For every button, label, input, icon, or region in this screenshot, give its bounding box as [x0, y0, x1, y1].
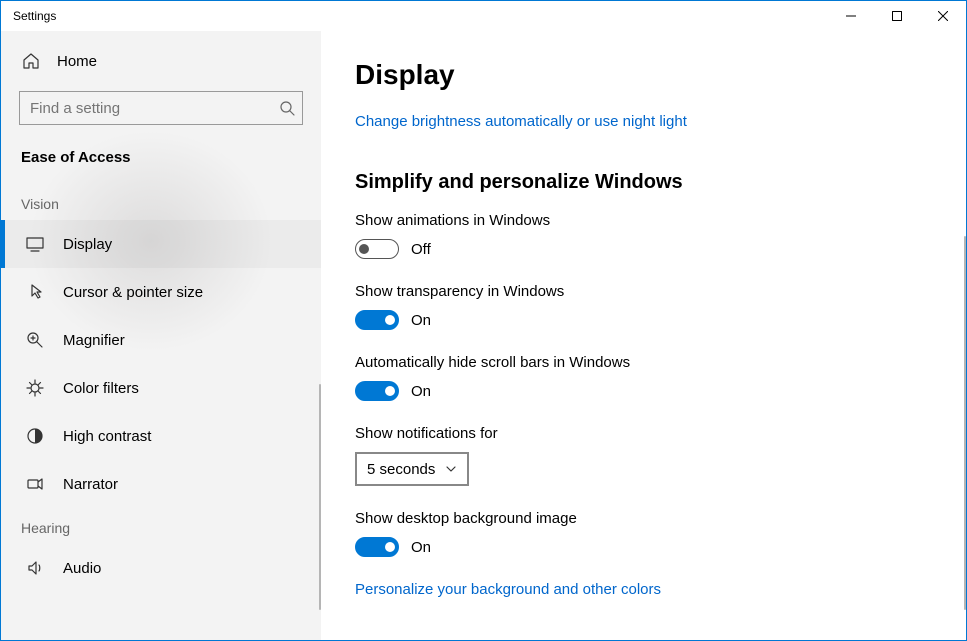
select-value: 5 seconds	[367, 461, 435, 478]
sidebar-item-magnifier[interactable]: Magnifier	[1, 316, 321, 364]
toggle-state-text: On	[411, 539, 431, 556]
setting-auto-hide-scroll: Automatically hide scroll bars in Window…	[355, 354, 932, 401]
page-title: Display	[355, 59, 932, 91]
sidebar-item-cursor[interactable]: Cursor & pointer size	[1, 268, 321, 316]
desktop-bg-toggle[interactable]	[355, 537, 399, 557]
home-label: Home	[57, 53, 97, 70]
animations-toggle[interactable]	[355, 239, 399, 259]
group-label-hearing: Hearing	[1, 508, 321, 544]
narrator-icon	[25, 474, 45, 494]
setting-animations: Show animations in Windows Off	[355, 212, 932, 259]
cursor-icon	[25, 282, 45, 302]
setting-label: Automatically hide scroll bars in Window…	[355, 354, 932, 371]
close-button[interactable]	[920, 1, 966, 31]
window-title: Settings	[13, 9, 56, 23]
setting-notifications-duration: Show notifications for 5 seconds	[355, 425, 932, 486]
search-box[interactable]	[19, 91, 303, 125]
sidebar: Home Ease of Access Vision Display Curso…	[1, 31, 321, 640]
sidebar-item-label: Narrator	[63, 476, 118, 493]
sidebar-item-display[interactable]: Display	[1, 220, 321, 268]
sidebar-item-label: High contrast	[63, 428, 151, 445]
auto-hide-scroll-toggle[interactable]	[355, 381, 399, 401]
notifications-duration-select[interactable]: 5 seconds	[355, 452, 469, 486]
sidebar-scroll[interactable]: Vision Display Cursor & pointer size Mag…	[1, 184, 321, 640]
search-icon	[279, 100, 295, 116]
sidebar-item-label: Magnifier	[63, 332, 125, 349]
nav-vision: Display Cursor & pointer size Magnifier …	[1, 220, 321, 508]
magnifier-icon	[25, 330, 45, 350]
section-heading: Simplify and personalize Windows	[355, 171, 932, 194]
sidebar-item-narrator[interactable]: Narrator	[1, 460, 321, 508]
brightness-link[interactable]: Change brightness automatically or use n…	[355, 113, 687, 130]
sidebar-item-audio[interactable]: Audio	[1, 544, 321, 592]
display-icon	[25, 234, 45, 254]
personalize-link[interactable]: Personalize your background and other co…	[355, 581, 661, 598]
chevron-down-icon	[445, 463, 457, 475]
window-controls	[828, 1, 966, 31]
transparency-toggle[interactable]	[355, 310, 399, 330]
setting-label: Show desktop background image	[355, 510, 932, 527]
titlebar: Settings	[1, 1, 966, 31]
setting-desktop-bg: Show desktop background image On	[355, 510, 932, 557]
sidebar-item-label: Display	[63, 236, 112, 253]
group-label-vision: Vision	[1, 184, 321, 220]
minimize-button[interactable]	[828, 1, 874, 31]
home-button[interactable]: Home	[1, 31, 321, 85]
search-input[interactable]	[19, 91, 303, 125]
sidebar-item-color-filters[interactable]: Color filters	[1, 364, 321, 412]
sidebar-item-label: Color filters	[63, 380, 139, 397]
sidebar-item-label: Cursor & pointer size	[63, 284, 203, 301]
setting-label: Show transparency in Windows	[355, 283, 932, 300]
setting-label: Show animations in Windows	[355, 212, 932, 229]
audio-icon	[25, 558, 45, 578]
home-icon	[21, 51, 41, 71]
setting-label: Show notifications for	[355, 425, 932, 442]
maximize-button[interactable]	[874, 1, 920, 31]
setting-transparency: Show transparency in Windows On	[355, 283, 932, 330]
main-content: Display Change brightness automatically …	[321, 31, 966, 640]
toggle-state-text: On	[411, 312, 431, 329]
color-filters-icon	[25, 378, 45, 398]
category-title: Ease of Access	[1, 145, 321, 184]
high-contrast-icon	[25, 426, 45, 446]
sidebar-item-label: Audio	[63, 560, 101, 577]
sidebar-item-high-contrast[interactable]: High contrast	[1, 412, 321, 460]
nav-hearing: Audio	[1, 544, 321, 592]
toggle-state-text: Off	[411, 241, 431, 258]
toggle-state-text: On	[411, 383, 431, 400]
